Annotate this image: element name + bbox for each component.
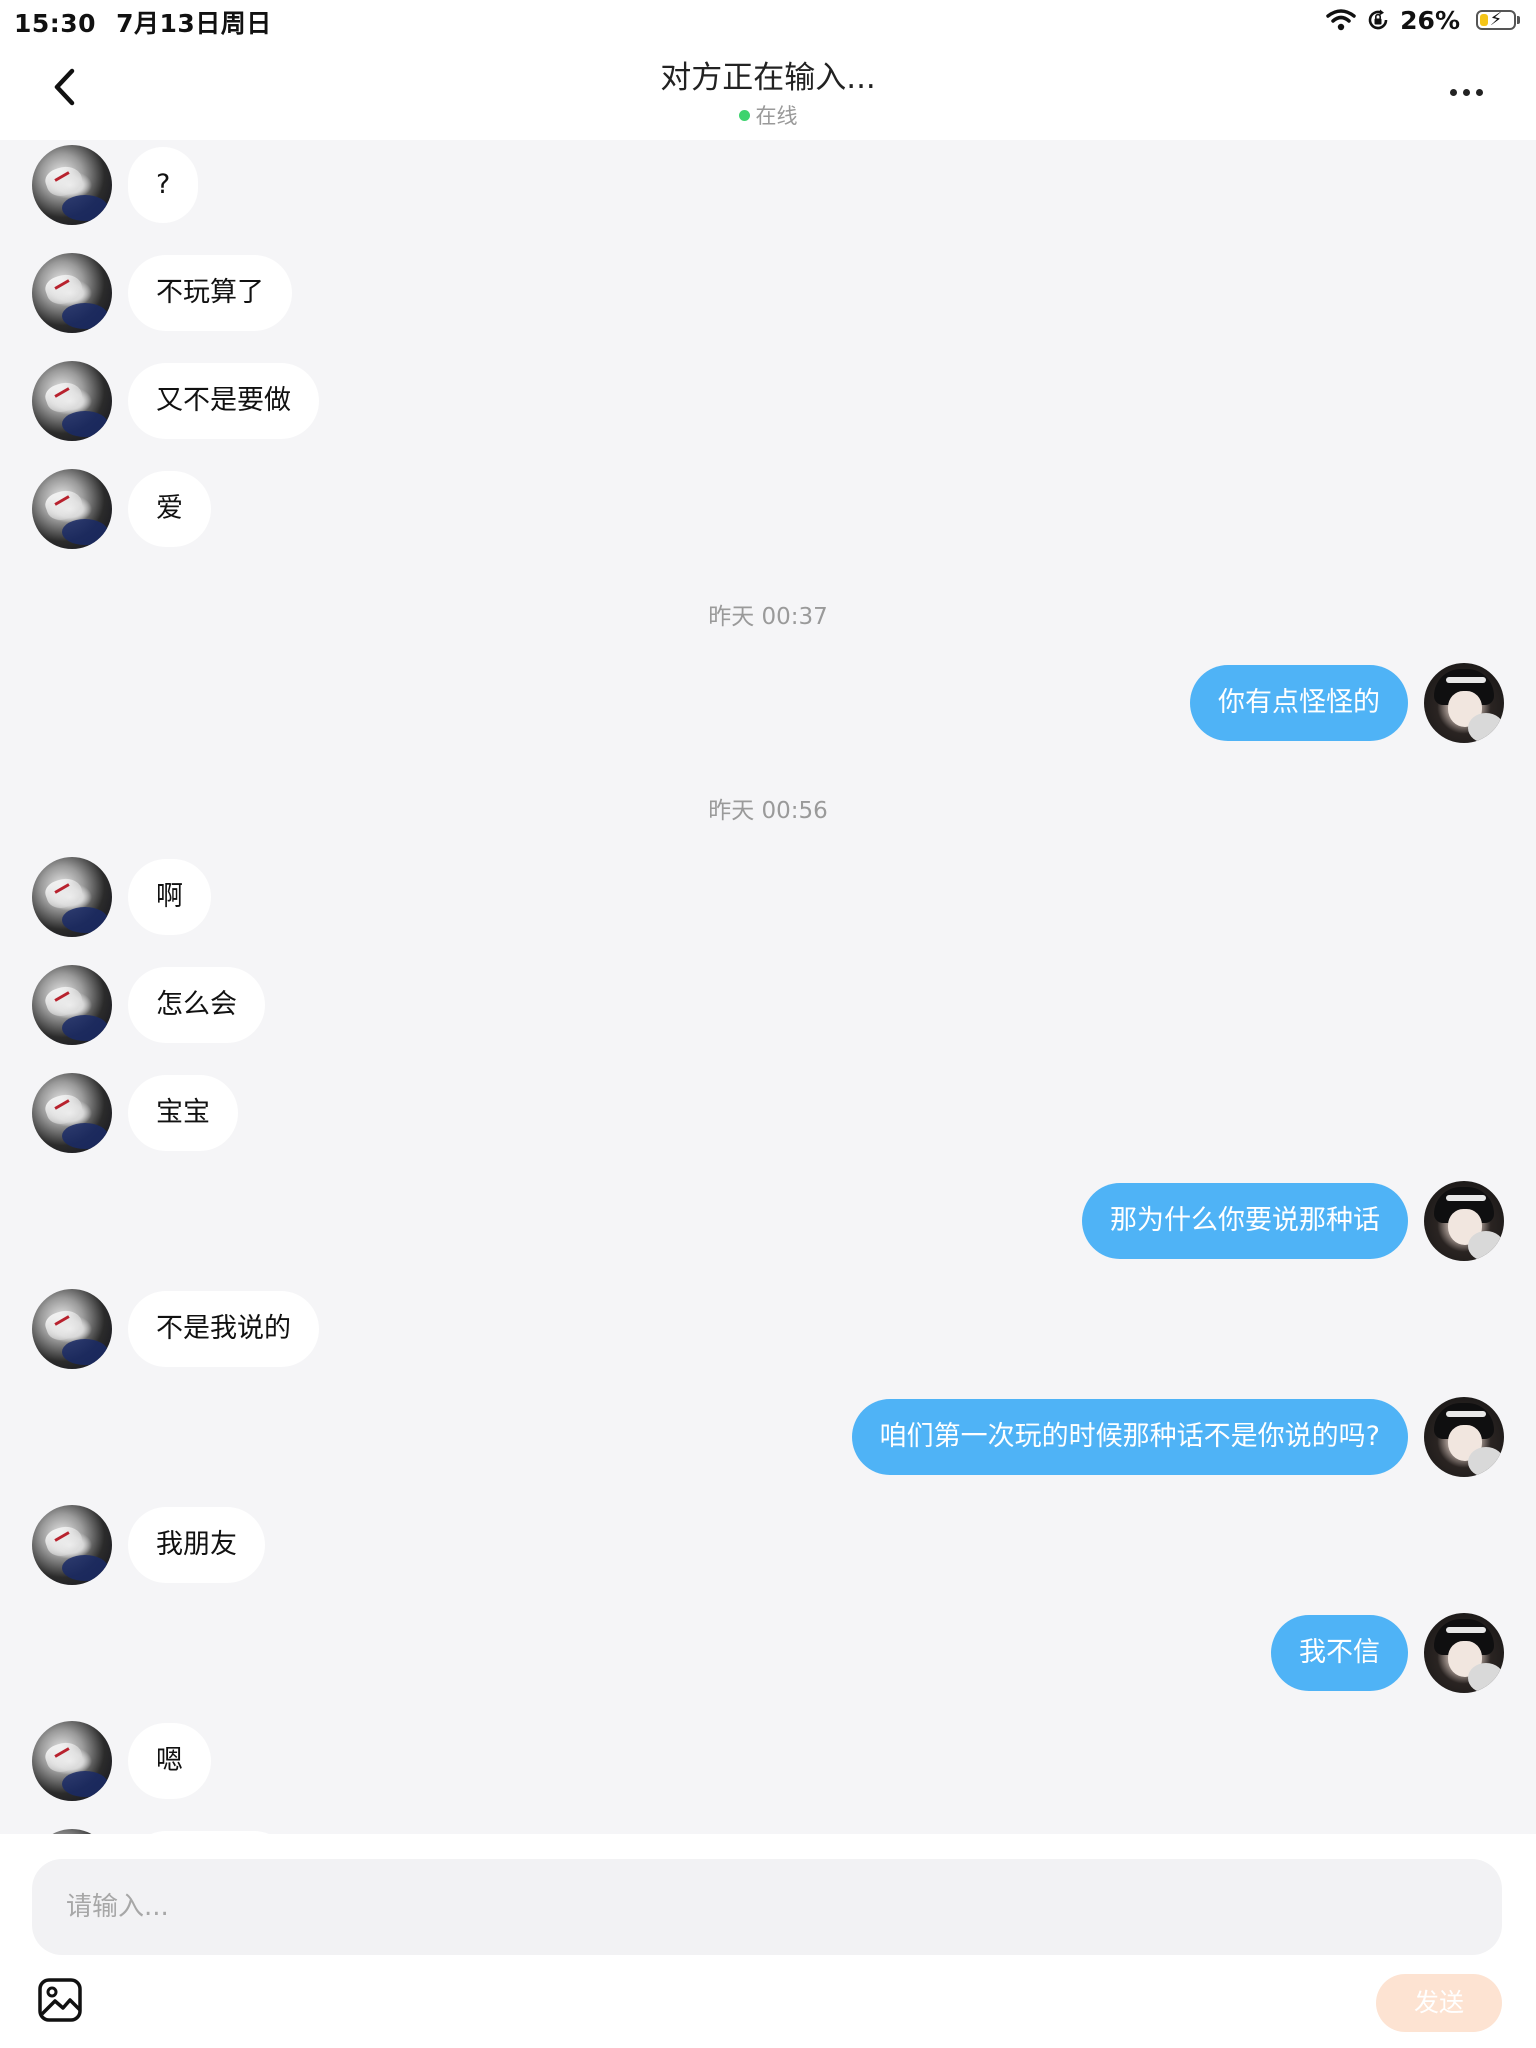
message-bubble[interactable]: 又不是要做 (128, 363, 319, 439)
incoming-message: 爱 (0, 469, 1536, 549)
contact-avatar[interactable] (32, 361, 112, 441)
incoming-message: 又不是要做 (0, 361, 1536, 441)
message-input[interactable] (32, 1859, 1502, 1955)
my-avatar[interactable] (1424, 663, 1504, 743)
contact-avatar[interactable] (32, 1289, 112, 1369)
wifi-icon (1326, 8, 1356, 32)
message-bubble[interactable]: 你有点怪怪的 (1190, 665, 1408, 741)
battery-percent: 26% (1400, 5, 1460, 35)
contact-avatar[interactable] (32, 1073, 112, 1153)
battery-body: ⚡ (1476, 9, 1516, 30)
my-avatar[interactable] (1424, 1181, 1504, 1261)
message-bubble[interactable]: 不是我说的 (128, 1291, 319, 1367)
outgoing-message: 我不信 (0, 1613, 1536, 1693)
message-bubble[interactable]: 怎么会 (128, 967, 265, 1043)
outgoing-message: 那为什么你要说那种话 (0, 1181, 1536, 1261)
my-avatar[interactable] (1424, 1397, 1504, 1477)
image-icon (38, 1978, 82, 2022)
more-horizontal-icon (1447, 81, 1486, 100)
message-bubble[interactable]: 啊 (128, 859, 211, 935)
contact-avatar[interactable] (32, 857, 112, 937)
status-left: 15:30 7月13日周日 (14, 4, 272, 40)
my-avatar[interactable] (1424, 1613, 1504, 1693)
orientation-lock-icon (1366, 8, 1390, 32)
message-bubble[interactable]: 咱们第一次玩的时候那种话不是你说的吗? (851, 1399, 1408, 1475)
contact-avatar[interactable] (32, 1721, 112, 1801)
contact-avatar[interactable] (32, 965, 112, 1045)
incoming-message: 怎么会 (0, 965, 1536, 1045)
send-button[interactable]: 发送 (1376, 1974, 1502, 2032)
message-bubble[interactable]: 宝宝 (128, 1075, 238, 1151)
contact-avatar[interactable] (32, 253, 112, 333)
outgoing-message: 你有点怪怪的 (0, 663, 1536, 743)
online-status: 在线 (0, 100, 1536, 130)
image-picker-button[interactable] (36, 1976, 84, 2024)
online-status-label: 在线 (755, 104, 798, 128)
message-timestamp: 昨天 00:37 (708, 604, 828, 630)
incoming-message: 不玩算了 (0, 253, 1536, 333)
incoming-message: 我朋友 (0, 1505, 1536, 1585)
message-list[interactable]: ? 不玩算了又不是要做爱昨天 00:37 你有点怪怪的昨天 00:56 啊怎么会宝宝那… (0, 140, 1536, 1834)
contact-avatar[interactable] (32, 145, 112, 225)
incoming-message: ? (0, 145, 1536, 225)
status-right: 26% ⚡ (1316, 4, 1520, 36)
message-timestamp: 昨天 00:56 (708, 798, 828, 824)
composer: 发送 (0, 1834, 1536, 2048)
status-bar: 15:30 7月13日周日 26% ⚡ (0, 0, 1536, 40)
incoming-message: 宝宝 (0, 1073, 1536, 1153)
message-bubble[interactable]: ? (128, 147, 199, 223)
message-bubble[interactable]: 我朋友 (128, 1507, 265, 1583)
status-date: 7月13日周日 (116, 9, 272, 38)
message-bubble[interactable]: 我不信 (1271, 1615, 1408, 1691)
contact-avatar[interactable] (32, 1505, 112, 1585)
chat-title: 对方正在输入... (660, 60, 876, 96)
message-bubble[interactable]: 不玩算了 (128, 255, 292, 331)
contact-avatar[interactable] (32, 469, 112, 549)
incoming-message: 啊 (0, 857, 1536, 937)
chat-header: 对方正在输入... 在线 (0, 40, 1536, 140)
online-dot-icon (738, 109, 750, 121)
more-options-button[interactable] (1436, 70, 1496, 110)
status-time: 15:30 (14, 9, 97, 38)
incoming-message: 不是我说的 (0, 1289, 1536, 1369)
message-bubble[interactable]: 爱 (128, 471, 211, 547)
battery-tip (1517, 16, 1520, 24)
bolt-icon: ⚡ (1489, 9, 1503, 30)
outgoing-message: 咱们第一次玩的时候那种话不是你说的吗? (0, 1397, 1536, 1477)
message-bubble[interactable]: 嗯 (128, 1723, 211, 1799)
incoming-message: 嗯 (0, 1721, 1536, 1801)
message-bubble[interactable]: 那为什么你要说那种话 (1082, 1183, 1408, 1259)
battery-charging-icon: ⚡ (1470, 9, 1520, 30)
